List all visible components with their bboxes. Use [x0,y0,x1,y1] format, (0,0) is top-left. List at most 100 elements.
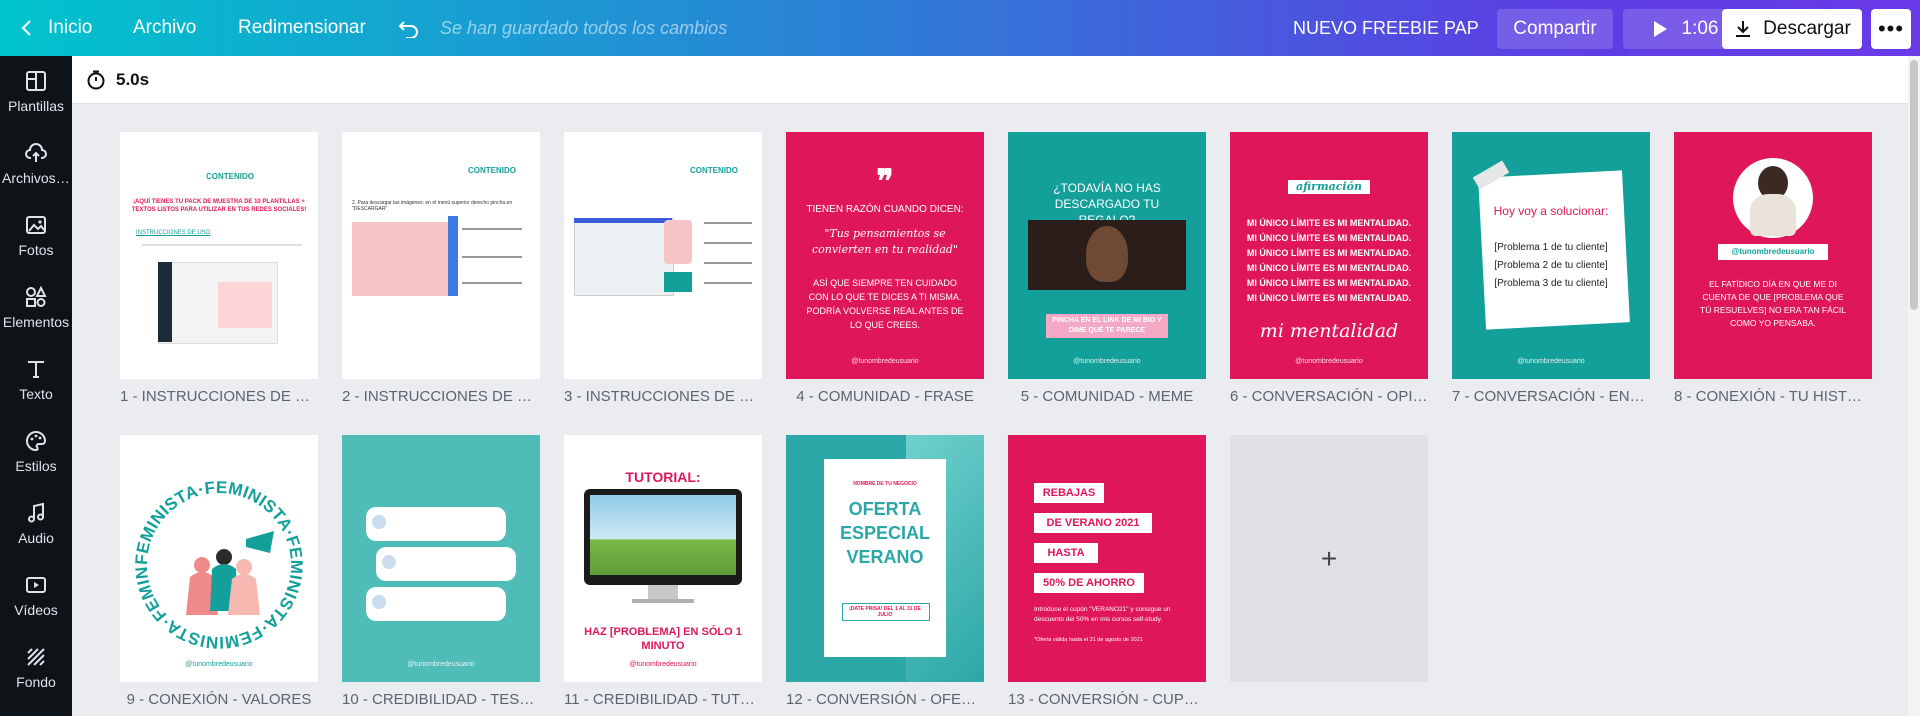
back-label: Inicio [48,17,93,38]
page-heading: TUTORIAL: [625,469,701,485]
svg-text:FEMINISTA·FEMINISTA·FEMINISTA·: FEMINISTA·FEMINISTA·FEMINISTA·FEMINISTA·… [120,435,306,652]
sidebar-item-templates[interactable]: Plantillas [0,56,72,128]
sidebar-item-background[interactable]: Fondo [0,632,72,704]
page-heading: CONTENIDO [690,166,738,175]
sidebar-label: Audio [18,530,54,546]
text-line [142,244,302,246]
page-label-6: 6 - CONVERSACIÓN - OPINIÓN [1230,388,1428,405]
page-thumbnail-11[interactable]: TUTORIAL: HAZ [PROBLEMA] EN SÓLO 1 MINUT… [564,435,762,682]
page-thumbnail-4[interactable]: ❞ TIENEN RAZÓN CUANDO DICEN: "Tus pensam… [786,132,984,379]
video-icon [26,577,46,593]
undo-button[interactable] [398,0,420,56]
duration-control[interactable]: 5.0s [86,56,149,103]
offer-dates: ¡DATE PRISA! DEL 1 AL 31 DE JULIO [849,606,921,618]
page-heading: 50% DE AHORRO [1043,577,1135,589]
page-thumbnail-8[interactable]: @tunombredeusuario EL FATÍDICO DÍA EN QU… [1674,132,1872,379]
sidebar-item-audio[interactable]: Audio [0,488,72,560]
page-handle: @tunombredeusuario [407,661,475,668]
add-page-button[interactable]: + [1230,435,1428,682]
sidebar-item-styles[interactable]: Estilos [0,416,72,488]
page-thumbnail-5[interactable]: ¿TODAVÍA NO HAS DESCARGADO TU REGALO? PI… [1008,132,1206,379]
sidebar-item-text[interactable]: Texto [0,344,72,416]
page-body: Introduce el cupón "VERANO21" y consigue… [1034,606,1171,623]
page-thumbnail-2[interactable]: CONTENIDO 2. Para descargar las imágenes… [342,132,540,379]
page-list-item: [Problema 1 de tu cliente] [1494,242,1608,253]
design-title[interactable]: NUEVO FREEBIE PAP [1293,0,1479,56]
vertical-scrollbar[interactable] [1908,56,1920,716]
text-line [462,228,522,230]
share-button[interactable]: Compartir [1497,9,1613,49]
page-repeat-line: MI ÚNICO LÍMITE ES MI MENTALIDAD. [1246,263,1412,273]
screenshot-preview [574,218,674,296]
page-heading: TIENEN RAZÓN CUANDO DICEN: [806,204,964,215]
more-options-button[interactable]: ••• [1871,9,1911,49]
play-duration: 1:06 [1681,18,1719,39]
page-intro: ¡AQUÍ TIENES TU PACK DE MUESTRA DE 10 PL… [131,199,307,213]
page-repeat-line: MI ÚNICO LÍMITE ES MI MENTALIDAD. [1246,293,1412,303]
screenshot-preview [352,222,452,296]
page-label-4: 4 - COMUNIDAD - FRASE [796,388,974,405]
page-thumbnail-1[interactable]: CONTENIDO ¡AQUÍ TIENES TU PACK DE MUESTR… [120,132,318,379]
page-thumbnail-13[interactable]: REBAJAS DE VERANO 2021 HASTA 50% DE AHOR… [1008,435,1206,682]
image-icon [26,216,46,234]
text-icon [28,361,44,378]
page-label-2: 2 - INSTRUCCIONES DE USO [342,388,540,405]
circle-text: FEMINISTA·FEMINISTA·FEMINISTA·FEMINISTA·… [120,435,306,652]
top-bar: Inicio Archivo Redimensionar Se han guar… [0,0,1920,56]
undo-icon [398,21,418,38]
page-heading: CONTENIDO [206,172,254,181]
resize-menu-button[interactable]: Redimensionar [238,0,366,56]
page-tag: afirmación [1296,180,1362,193]
duration-value: 5.0s [116,69,150,89]
teal-card [664,272,692,292]
page-repeat-line: MI ÚNICO LÍMITE ES MI MENTALIDAD. [1246,218,1412,228]
page-script-title: mi mentalidad [1259,320,1399,342]
page-thumbnail-7[interactable]: Hoy voy a solucionar: [Problema 1 de tu … [1452,132,1650,379]
scrollbar-thumb[interactable] [1910,60,1918,310]
business-name: NOMBRE DE TU NEGOCIO [853,481,917,487]
page-heading: REBAJAS [1042,487,1096,499]
sidebar-item-uploads[interactable]: Archivos subidos [0,128,72,200]
page-body: ASÍ QUE SIEMPRE TEN CUIDADO CON LO QUE T… [806,278,964,330]
sidebar-label: Vídeos [14,602,58,618]
testimonial-card [366,507,506,541]
page-thumbnail-6[interactable]: afirmación MI ÚNICO LÍMITE ES MI MENTALI… [1230,132,1428,379]
sidebar-label: Fotos [18,242,54,258]
text-line [704,262,752,264]
page-thumbnail-10[interactable]: @tunombredeusuario [342,435,540,682]
page-label-5: 5 - COMUNIDAD - MEME [1020,388,1194,405]
page-label-9: 9 - CONEXIÓN - VALORES [126,691,312,708]
palette-icon [26,430,47,452]
feminista-circle: FEMINISTA·FEMINISTA·FEMINISTA·FEMINISTA·… [120,435,306,652]
page-heading: DE VERANO 2021 [1046,517,1140,529]
page-step-text: 2. Para descargar las imágenes: en el me… [352,200,513,212]
sidebar-item-videos[interactable]: Vídeos [0,560,72,632]
page-heading: CONTENIDO [468,166,516,175]
page-thumbnail-12[interactable]: NOMBRE DE TU NEGOCIO OFERTA ESPECIAL VER… [786,435,984,682]
page-label-1: 1 - INSTRUCCIONES DE USO [120,388,318,405]
back-button[interactable]: Inicio [20,0,92,56]
screenshot-topbar [574,218,672,223]
screenshot-sidebar [158,262,172,342]
page-label-12: 12 - CONVERSIÓN - OFERTA [786,691,984,708]
page-label-7: 7 - CONVERSACIÓN - ENCUESTA [1452,388,1650,405]
sidebar-item-photos[interactable]: Fotos [0,200,72,272]
page-thumbnail-9[interactable]: FEMINISTA·FEMINISTA·FEMINISTA·FEMINISTA·… [120,435,318,682]
page-label-10: 10 - CREDIBILIDAD - TESTIMONIOS [342,691,540,708]
sidebar-item-elements[interactable]: Elementos [0,272,72,344]
page-quote: "Tus pensamientos se convierten en tu re… [811,227,959,256]
play-icon [1653,21,1667,37]
page-heading: Hoy voy a solucionar: [1493,204,1609,218]
page-label-11: 11 - CREDIBILIDAD - TUTORIAL [564,691,762,708]
testimonial-card [366,587,506,621]
page-cta: PINCHA EN EL LINK DE MI BIO Y DIME QUÉ T… [1052,317,1162,334]
page-handle: @tunombredeusuario [851,358,919,365]
download-button[interactable]: Descargar [1722,9,1862,49]
file-menu-button[interactable]: Archivo [133,0,196,56]
page-handle: @tunombredeusuario [1517,358,1585,365]
avatar [372,515,386,529]
page-label-8: 8 - CONEXIÓN - TU HISTORIA [1674,388,1872,405]
page-label-3: 3 - INSTRUCCIONES DE USO [564,388,762,405]
background-hatch-icon [27,648,45,666]
page-thumbnail-3[interactable]: CONTENIDO [564,132,762,379]
